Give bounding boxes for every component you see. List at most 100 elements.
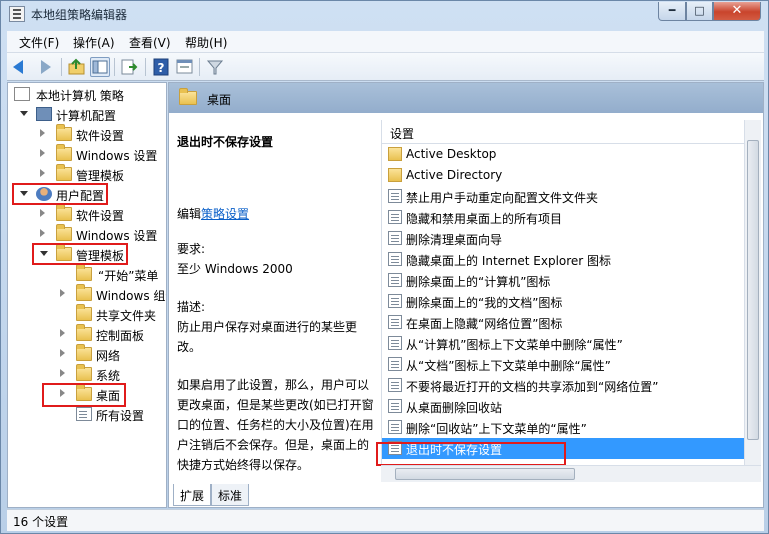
menu-help[interactable]: 帮助(H)	[185, 34, 227, 51]
folder-icon	[56, 144, 72, 161]
settings-list: 设置 Active Desktop Active Directory 禁止用户手动重…	[376, 120, 745, 466]
status-text: 16 个设置	[13, 515, 69, 529]
edit-prefix: 编辑	[177, 207, 202, 221]
settings-folder-row[interactable]: Active Directory	[382, 165, 745, 186]
tree-item-computer-config[interactable]: 计算机配置	[12, 105, 166, 125]
policy-setting-icon	[388, 210, 402, 224]
title-bar[interactable]: 本地组策略编辑器 ━ □ ✕	[1, 1, 768, 27]
toolbar-separator	[114, 58, 115, 76]
tree-item-control-panel[interactable]: 控制面板	[12, 324, 166, 345]
panel-header-title: 桌面	[207, 93, 232, 107]
show-hide-tree-icon[interactable]	[90, 57, 110, 77]
folder-icon	[76, 304, 92, 321]
policy-setting-icon	[388, 189, 402, 203]
settings-row-label: 删除桌面上的“我的文档”图标	[406, 296, 563, 310]
tree-item-user-windows-settings[interactable]: Windows 设置	[12, 224, 166, 245]
up-folder-icon[interactable]	[67, 57, 87, 77]
filter-icon[interactable]	[205, 57, 225, 77]
settings-row-label: 删除清理桌面向导	[406, 233, 503, 247]
vertical-scrollbar[interactable]	[744, 120, 761, 465]
policy-setting-icon	[388, 420, 402, 434]
expand-icon[interactable]	[40, 229, 48, 239]
tree-label: 所有设置	[96, 409, 145, 423]
tree-item-software-settings[interactable]: 软件设置	[12, 124, 166, 145]
tree-label: 系统	[96, 369, 121, 383]
horizontal-scrollbar[interactable]	[381, 465, 761, 482]
back-icon[interactable]	[11, 57, 31, 77]
tree-label: Windows 设置	[76, 149, 158, 163]
settings-column-header[interactable]: 设置	[382, 120, 745, 144]
settings-folder-row[interactable]: Active Desktop	[382, 144, 745, 165]
maximize-button[interactable]: □	[686, 2, 713, 21]
tab-standard[interactable]: 标准	[211, 484, 250, 506]
folder-icon	[56, 204, 72, 221]
settings-row-label: 删除“回收站”上下文菜单的“属性”	[406, 422, 587, 436]
edit-policy-line: 编辑策略设置	[177, 205, 249, 222]
tree-label: Windows 设置	[76, 229, 158, 243]
tab-extended[interactable]: 扩展	[173, 484, 212, 506]
settings-row[interactable]: 删除“回收站”上下文菜单的“属性”	[382, 417, 745, 438]
policy-setting-icon	[388, 399, 402, 413]
tree-item-system[interactable]: 系统	[12, 364, 166, 385]
folder-icon	[76, 344, 92, 361]
minimize-button[interactable]: ━	[658, 2, 686, 21]
toolbar-separator	[145, 58, 146, 76]
collapse-icon[interactable]	[20, 109, 28, 119]
tree-item-windows-components[interactable]: Windows 组件	[12, 284, 166, 305]
settings-row[interactable]: 从“文档”图标上下文菜单中删除“属性”	[382, 354, 745, 375]
settings-row[interactable]: 从“计算机”图标上下文菜单中删除“属性”	[382, 333, 745, 354]
settings-row[interactable]: 从桌面删除回收站	[382, 396, 745, 417]
menu-view[interactable]: 查看(V)	[129, 34, 171, 51]
window-frame: 本地组策略编辑器 ━ □ ✕ 文件(F) 操作(A) 查看(V) 帮助(H) ?	[0, 0, 769, 534]
folder-icon	[179, 88, 197, 105]
settings-row[interactable]: 删除桌面上的“我的文档”图标	[382, 291, 745, 312]
settings-row-label: Active Desktop	[406, 147, 497, 161]
forward-icon[interactable]	[35, 57, 55, 77]
tree-label: 管理模板	[76, 169, 125, 183]
help-icon[interactable]: ?	[151, 57, 171, 77]
settings-row[interactable]: 隐藏桌面上的 Internet Explorer 图标	[382, 249, 745, 270]
export-list-icon[interactable]	[119, 57, 139, 77]
settings-row[interactable]: 删除桌面上的“计算机”图标	[382, 270, 745, 291]
settings-row[interactable]: 隐藏和禁用桌面上的所有项目	[382, 207, 745, 228]
expand-icon[interactable]	[40, 129, 48, 139]
expand-icon[interactable]	[60, 289, 68, 299]
expand-icon[interactable]	[40, 209, 48, 219]
expand-icon[interactable]	[40, 149, 48, 159]
tree-item-admin-templates[interactable]: 管理模板	[12, 164, 166, 185]
tree-item-local-policy[interactable]: 本地计算机 策略	[12, 85, 166, 105]
settings-row-label: 隐藏和禁用桌面上的所有项目	[406, 212, 563, 226]
tree-item-windows-settings[interactable]: Windows 设置	[12, 144, 166, 165]
toolbar-separator	[199, 58, 200, 76]
scrollbar-thumb[interactable]	[747, 140, 759, 440]
selected-setting-title: 退出时不保存设置	[177, 135, 274, 149]
description-text-2: 如果启用了此设置，那么，用户可以更改桌面，但是某些更改(如已打开窗口的位置、任务…	[177, 378, 374, 472]
tree-item-user-software-settings[interactable]: 软件设置	[12, 204, 166, 225]
tree-label: 网络	[96, 349, 121, 363]
scrollbar-thumb[interactable]	[395, 468, 575, 480]
settings-row[interactable]: 在桌面上隐藏“网络位置”图标	[382, 312, 745, 333]
policy-setting-icon	[388, 357, 402, 371]
tree-label: Windows 组件	[96, 289, 166, 303]
tree-item-network[interactable]: 网络	[12, 344, 166, 365]
settings-row[interactable]: 不要将最近打开的文档的共享添加到“网络位置”	[382, 375, 745, 396]
policy-document-icon	[14, 87, 30, 101]
menu-action[interactable]: 操作(A)	[73, 34, 115, 51]
expand-icon[interactable]	[60, 369, 68, 379]
tree-item-all-settings[interactable]: 所有设置	[12, 405, 166, 425]
settings-row[interactable]: 删除清理桌面向导	[382, 228, 745, 249]
expand-icon[interactable]	[60, 349, 68, 359]
edit-policy-link[interactable]: 策略设置	[201, 207, 249, 221]
menu-file[interactable]: 文件(F)	[19, 34, 59, 51]
tree-item-start-menu[interactable]: “开始”菜单	[12, 264, 166, 285]
expand-icon[interactable]	[60, 329, 68, 339]
settings-row-label: 不要将最近打开的文档的共享添加到“网络位置”	[406, 380, 659, 394]
folder-icon	[56, 124, 72, 141]
settings-row[interactable]: 禁止用户手动重定向配置文件文件夹	[382, 186, 745, 207]
tree-item-shared-folders[interactable]: 共享文件夹	[12, 304, 166, 325]
properties-icon[interactable]	[175, 57, 195, 77]
computer-icon	[36, 107, 52, 121]
settings-row-label: 禁止用户手动重定向配置文件文件夹	[406, 191, 599, 205]
expand-icon[interactable]	[40, 169, 48, 179]
close-button[interactable]: ✕	[713, 2, 761, 21]
